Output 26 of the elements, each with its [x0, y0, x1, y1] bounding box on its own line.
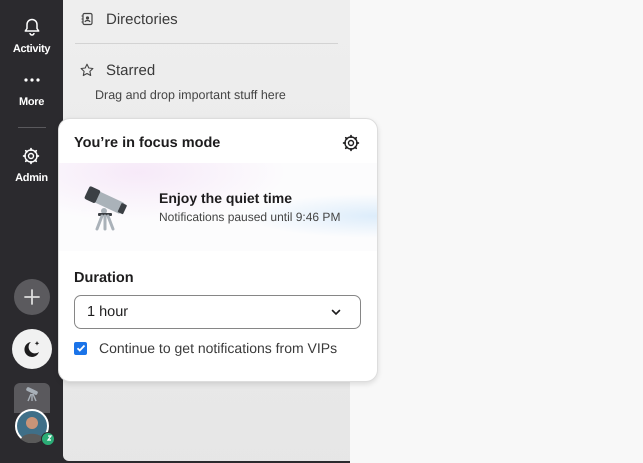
add-button[interactable] — [14, 279, 50, 315]
contacts-icon — [80, 12, 94, 26]
snooze-badge-icon — [40, 432, 54, 446]
checkbox-label[interactable]: Continue to get notifications from VIPs — [99, 340, 338, 356]
plus-icon — [22, 288, 40, 306]
rail-label[interactable]: Activity — [12, 43, 50, 55]
settings-icon[interactable] — [21, 146, 42, 166]
section-header[interactable]: Starred — [106, 62, 156, 78]
rail-label[interactable]: Admin — [15, 172, 48, 184]
bell-icon[interactable] — [22, 17, 42, 37]
duration-label: Duration — [74, 270, 135, 286]
workspace-tile[interactable] — [14, 383, 50, 413]
focus-mode-button[interactable] — [12, 329, 52, 369]
empty-hint: Drag and drop important stuff here — [94, 88, 287, 102]
star-icon — [80, 63, 94, 77]
checkbox[interactable] — [74, 342, 87, 354]
checkmark-icon — [76, 343, 86, 353]
avatar-icon — [14, 409, 48, 443]
settings-icon[interactable] — [341, 133, 361, 153]
banner-heading: Enjoy the quiet time — [159, 190, 294, 206]
telescope-icon — [24, 386, 40, 402]
rail-label[interactable]: More — [18, 96, 44, 108]
sidebar-item[interactable]: Directories — [106, 10, 178, 28]
popover-title: You’re in focus mode — [74, 135, 220, 151]
duration-dropdown[interactable]: 1 hour — [74, 295, 361, 329]
banner-subtext: Notifications paused until 9:46 PM — [159, 210, 340, 224]
